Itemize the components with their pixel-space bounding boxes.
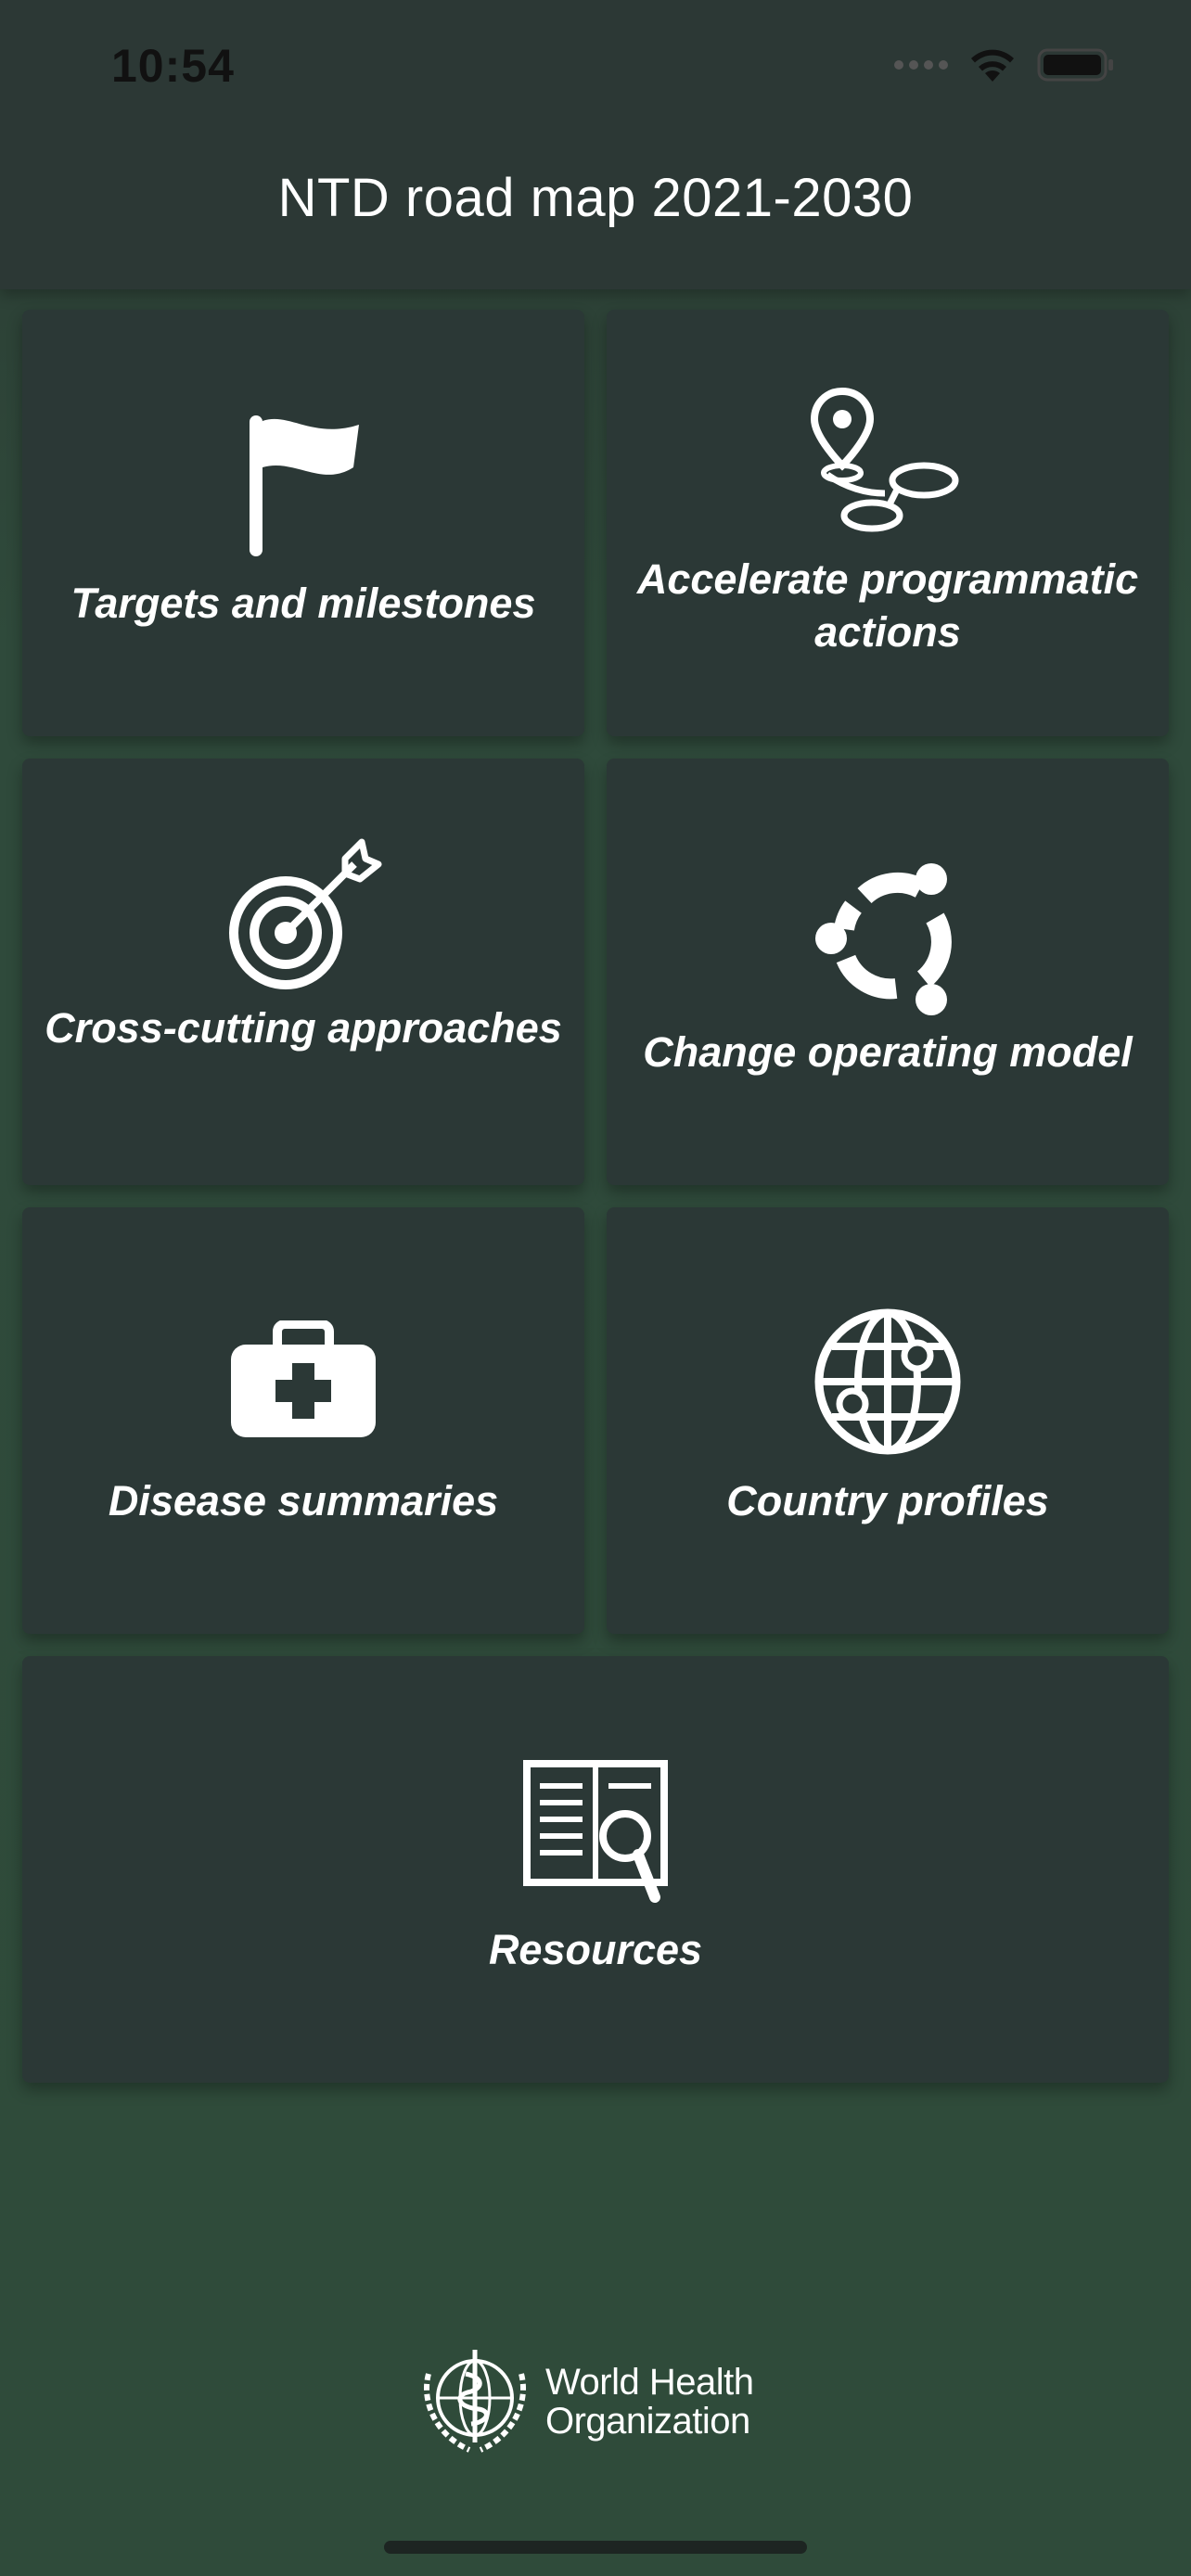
status-icons bbox=[894, 46, 1115, 83]
status-time: 10:54 bbox=[111, 40, 235, 92]
wifi-icon bbox=[971, 49, 1014, 82]
tile-label: Targets and milestones bbox=[70, 580, 536, 627]
who-line-2: Organization bbox=[545, 2401, 750, 2442]
who-emblem-icon bbox=[423, 2350, 527, 2453]
flag-icon bbox=[250, 415, 359, 556]
route-pin-icon bbox=[810, 387, 959, 532]
tile-label: Accelerate programmatic actions bbox=[636, 555, 1139, 656]
tile-resources[interactable]: Resources bbox=[22, 1656, 1169, 2083]
medical-kit-icon bbox=[231, 1320, 376, 1437]
cycle-nodes-icon bbox=[815, 863, 952, 1015]
tile-disease-summaries[interactable]: Disease summaries bbox=[22, 1207, 584, 1634]
who-line-1: World Health bbox=[545, 2362, 754, 2403]
tile-country-profiles[interactable]: Country profiles bbox=[607, 1207, 1169, 1634]
tile-label: Resources bbox=[488, 1926, 703, 1973]
who-logo: World Health Organization bbox=[417, 2346, 779, 2457]
app-screen: 10:54 NTD road map 2021-2030 Targets and… bbox=[0, 0, 1191, 2576]
battery-icon bbox=[1037, 48, 1113, 82]
target-arrow-icon bbox=[229, 838, 382, 989]
app-header: 10:54 NTD road map 2021-2030 bbox=[0, 0, 1191, 289]
who-wordmark: World Health Organization bbox=[545, 2362, 754, 2442]
cellular-signal-icon bbox=[894, 60, 948, 70]
tile-label: Country profiles bbox=[726, 1477, 1049, 1524]
tile-label: Disease summaries bbox=[108, 1477, 499, 1524]
page-title: NTD road map 2021-2030 bbox=[277, 168, 914, 228]
tile-label: Cross-cutting approaches bbox=[45, 1004, 562, 1052]
tile-label: Change operating model bbox=[643, 1028, 1133, 1076]
tile-change-operating-model[interactable]: Change operating model bbox=[607, 759, 1169, 1185]
book-search-icon bbox=[523, 1760, 668, 1903]
status-bar: 10:54 bbox=[0, 0, 1191, 139]
tile-accelerate-programmatic-actions[interactable]: Accelerate programmatic actions bbox=[607, 310, 1169, 736]
tile-targets-and-milestones[interactable]: Targets and milestones bbox=[22, 310, 584, 736]
home-indicator[interactable] bbox=[384, 2541, 807, 2554]
globe-icon bbox=[814, 1308, 961, 1455]
tile-cross-cutting-approaches[interactable]: Cross-cutting approaches bbox=[22, 759, 584, 1185]
